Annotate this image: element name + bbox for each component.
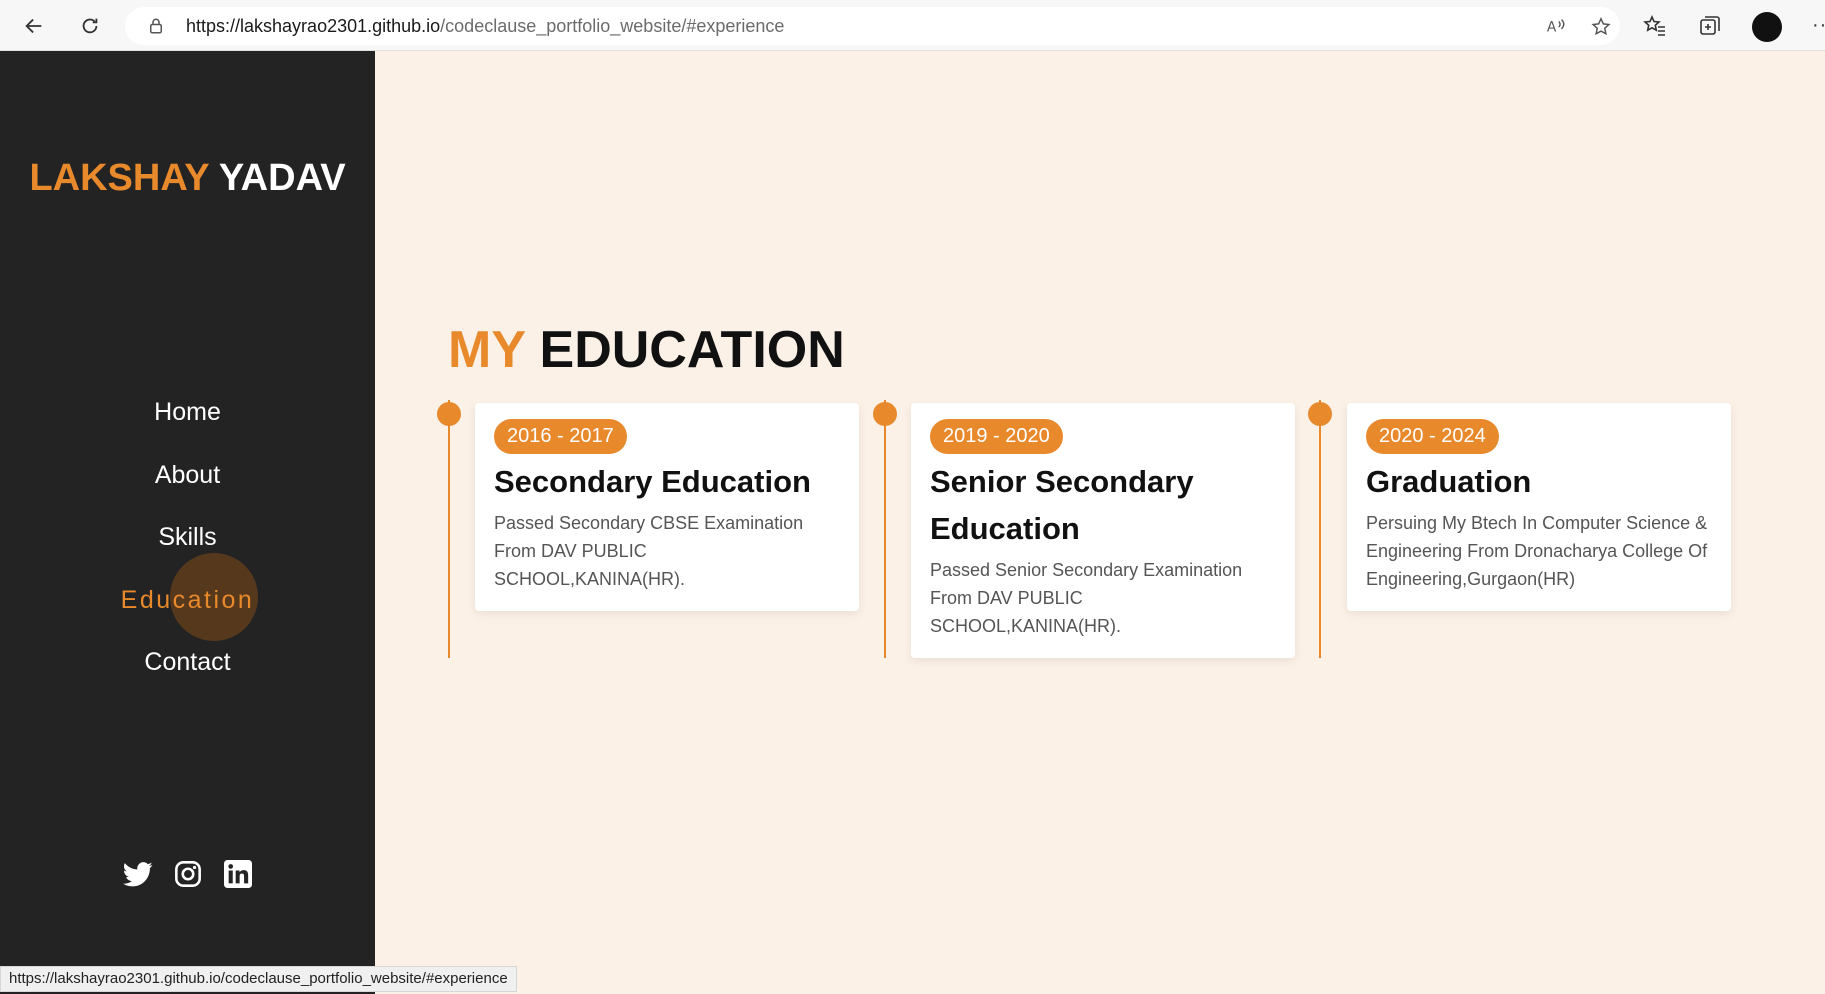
- timeline-dot: [873, 402, 897, 426]
- refresh-icon: [82, 18, 98, 34]
- year-badge: 2020 - 2024: [1366, 419, 1499, 454]
- timeline-dot: [437, 402, 461, 426]
- year-badge: 2016 - 2017: [494, 419, 627, 454]
- nav-about[interactable]: About: [0, 444, 375, 507]
- svg-text:A: A: [1547, 20, 1557, 36]
- section-title: MY EDUCATION: [448, 320, 845, 380]
- read-aloud-icon[interactable]: A: [1545, 16, 1567, 38]
- title-accent: MY: [448, 321, 526, 379]
- title-rest: EDUCATION: [539, 321, 845, 379]
- timeline-line: [1319, 400, 1321, 658]
- timeline-line: [448, 400, 450, 658]
- url-path: /codeclause_portfolio_website/#experienc…: [440, 16, 785, 36]
- url-text: https://lakshayrao2301.github.io/codecla…: [186, 7, 784, 45]
- timeline-dot: [1308, 402, 1332, 426]
- logo-first-name: LAKSHAY: [29, 157, 209, 199]
- card-description: Passed Senior Secondary Examination From…: [930, 560, 1243, 636]
- nav-contact[interactable]: Contact: [0, 631, 375, 694]
- add-favorite-icon[interactable]: [1590, 16, 1612, 38]
- timeline-line: [884, 400, 886, 658]
- favorites-icon[interactable]: [1642, 13, 1668, 39]
- logo-last-name: YADAV: [218, 157, 346, 199]
- refresh-button[interactable]: [74, 10, 106, 42]
- linkedin-icon[interactable]: [223, 859, 253, 889]
- card-heading: Senior Secondary Education: [930, 464, 1194, 546]
- back-arrow-icon: [25, 18, 42, 34]
- twitter-icon[interactable]: [122, 859, 153, 889]
- education-card: 2019 - 2020 Senior Secondary Education P…: [911, 403, 1295, 658]
- year-badge: 2019 - 2020: [930, 419, 1063, 454]
- back-button[interactable]: [18, 10, 50, 42]
- card-description: Passed Secondary CBSE Examination From D…: [494, 513, 804, 589]
- card-heading: Secondary Education: [494, 464, 811, 499]
- nav-home[interactable]: Home: [0, 381, 375, 444]
- nav-skills[interactable]: Skills: [0, 506, 375, 569]
- browser-toolbar: https://lakshayrao2301.github.io/codecla…: [0, 0, 1825, 51]
- education-card: 2020 - 2024 Graduation Persuing My Btech…: [1347, 403, 1731, 611]
- profile-avatar[interactable]: [1752, 12, 1782, 42]
- main-nav: Home About Skills Education Contact: [0, 381, 375, 694]
- social-links: [0, 859, 375, 889]
- more-menu-icon[interactable]: ···: [1812, 14, 1825, 37]
- sidebar: LAKSHAY YADAV Home About Skills Educatio…: [0, 51, 375, 994]
- instagram-icon[interactable]: [173, 859, 203, 889]
- lock-icon: [150, 18, 162, 34]
- card-description: Persuing My Btech In Computer Science & …: [1366, 513, 1708, 589]
- collections-icon[interactable]: [1697, 13, 1723, 39]
- status-bar-url: https://lakshayrao2301.github.io/codecla…: [0, 966, 517, 992]
- address-bar[interactable]: https://lakshayrao2301.github.io/codecla…: [125, 7, 1620, 45]
- site-logo[interactable]: LAKSHAY YADAV: [0, 157, 375, 200]
- education-card: 2016 - 2017 Secondary Education Passed S…: [475, 403, 859, 611]
- card-heading: Graduation: [1366, 464, 1532, 499]
- nav-education[interactable]: Education: [0, 569, 375, 632]
- url-host: https://lakshayrao2301.github.io: [186, 16, 441, 36]
